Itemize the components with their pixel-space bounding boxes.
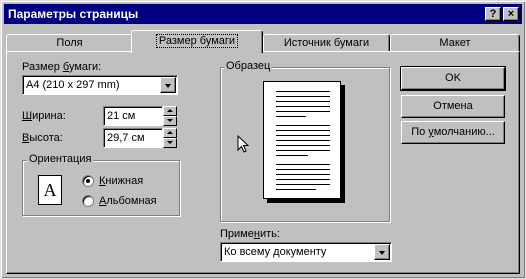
spin-down-icon[interactable] <box>163 116 177 126</box>
orientation-title: Ориентация <box>27 153 94 165</box>
page-setup-dialog: Параметры страницы ? × Поля Размер бумаг… <box>0 0 526 279</box>
help-button[interactable]: ? <box>485 7 501 21</box>
paper-size-dropdown[interactable]: A4 (210 x 297 mm) <box>22 75 178 95</box>
chevron-down-icon[interactable] <box>160 77 176 93</box>
ok-button[interactable]: OK <box>400 66 506 91</box>
tab-paper-size[interactable]: Размер бумаги <box>131 30 263 53</box>
tab-margins[interactable]: Поля <box>6 34 133 52</box>
tab-paper-source[interactable]: Источник бумаги <box>263 34 390 52</box>
landscape-radio[interactable] <box>82 195 94 207</box>
dialog-title: Параметры страницы <box>8 7 139 21</box>
chevron-down-icon[interactable] <box>374 244 390 260</box>
preview-title: Образец <box>224 60 273 72</box>
apply-label: Применить: <box>220 228 280 240</box>
apply-to-dropdown[interactable]: Ко всему документу <box>220 242 392 262</box>
height-spinner[interactable] <box>163 128 177 148</box>
width-input[interactable]: 21 см <box>103 106 163 126</box>
orientation-page-icon: A <box>38 175 62 205</box>
height-input[interactable]: 29,7 см <box>103 128 163 148</box>
width-label: Ширина: <box>22 110 66 122</box>
tab-layout[interactable]: Макет <box>390 34 520 52</box>
portrait-radio[interactable] <box>82 175 94 187</box>
close-button[interactable]: × <box>503 7 519 21</box>
landscape-label[interactable]: Альбомная <box>99 195 157 207</box>
mouse-cursor-icon <box>237 135 250 153</box>
cancel-button[interactable]: Отмена <box>401 95 505 118</box>
portrait-label[interactable]: Книжная <box>99 175 143 187</box>
spin-up-icon[interactable] <box>163 106 177 116</box>
spin-up-icon[interactable] <box>163 128 177 138</box>
tab-strip: Поля Размер бумаги Источник бумаги Макет <box>6 30 520 53</box>
title-bar: Параметры страницы ? × <box>4 4 522 24</box>
width-spinner[interactable] <box>163 106 177 126</box>
paper-size-label: Размер бумаги: <box>22 61 102 73</box>
spin-down-icon[interactable] <box>163 138 177 148</box>
default-button[interactable]: По умолчанию... <box>401 121 505 144</box>
page-preview <box>263 81 341 199</box>
height-label: Высота: <box>22 132 63 144</box>
